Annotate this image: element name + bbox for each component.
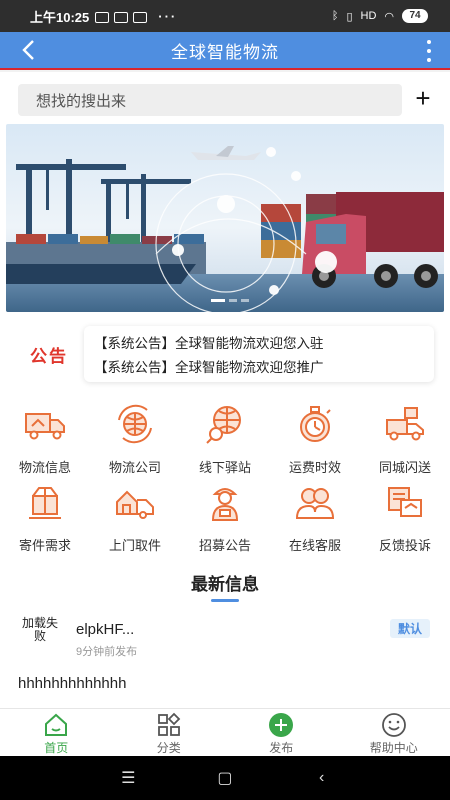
section-underline <box>211 599 239 602</box>
post-avatar: 加载失败 <box>21 616 58 643</box>
smiley-icon <box>381 713 406 737</box>
grid-item-online-support[interactable]: 在线客服 <box>270 480 360 553</box>
announcement-item[interactable]: 【系统公告】全球智能物流欢迎您入驻 <box>94 332 424 352</box>
page-title: 全球智能物流 <box>171 42 279 62</box>
post-body-text[interactable]: hhhhhhhhhhhhh <box>18 675 126 692</box>
logistics-banner-image <box>6 124 444 312</box>
home-icon <box>45 713 68 736</box>
message-icon <box>114 11 129 23</box>
message-icon <box>133 11 148 23</box>
vibrate-icon: ▯ <box>346 10 353 23</box>
back-button[interactable] <box>14 36 42 64</box>
search-input[interactable]: 想找的搜出来 <box>18 84 402 116</box>
grid-item-send-request[interactable]: 寄件需求 <box>0 480 90 553</box>
announcement-item[interactable]: 【系统公告】全球智能物流欢迎您推广 <box>94 356 424 376</box>
tab-label: 帮助中心 <box>369 741 418 755</box>
menu-icon[interactable]: ☰ <box>113 768 143 788</box>
promo-banner[interactable] <box>6 124 444 312</box>
post-badge: 默认 <box>389 619 430 638</box>
status-right: ᛒ ▯ HD ◠ 74 <box>332 9 428 23</box>
status-time: 上午10:25 <box>30 9 90 25</box>
stopwatch-icon <box>300 406 331 442</box>
grid-item-feedback[interactable]: 反馈投诉 <box>360 480 450 553</box>
app-header: 全球智能物流 <box>0 32 450 70</box>
home-truck-icon <box>116 490 154 519</box>
more-options-button[interactable] <box>424 38 434 64</box>
add-button[interactable]: + <box>410 84 436 112</box>
chevron-left-icon <box>22 40 34 60</box>
grid-item-same-city-delivery[interactable]: 同城闪送 <box>360 402 450 475</box>
tab-label: 发布 <box>269 741 294 755</box>
grid-item-freight-time[interactable]: 运费时效 <box>270 402 360 475</box>
more-notifications-icon: ··· <box>158 8 178 24</box>
message-icon <box>95 11 110 23</box>
grid-item-label: 寄件需求 <box>18 538 71 553</box>
grid-item-door-pickup[interactable]: 上门取件 <box>90 480 180 553</box>
status-bar: 上午10:25 ··· ᛒ ▯ HD ◠ 74 <box>0 0 450 32</box>
courier-icon <box>211 488 239 521</box>
feedback-box-icon <box>388 487 422 517</box>
post-time: 9分钟前发布 <box>76 646 138 658</box>
add-circle-icon <box>269 713 294 737</box>
tab-home[interactable]: 首页 <box>0 709 113 756</box>
announcement-section: 公告 【系统公告】全球智能物流欢迎您入驻 【系统公告】全球智能物流欢迎您推广 <box>14 324 434 384</box>
announcement-label: 公告 <box>30 346 68 366</box>
delivery-truck-icon <box>386 407 424 441</box>
grid-item-recruitment[interactable]: 招募公告 <box>180 480 270 553</box>
post-item[interactable]: 加载失败 elpkHF... 9分钟前发布 默认 <box>14 615 436 665</box>
latest-info-title: 最新信息 <box>191 575 259 594</box>
grid-item-label: 线下驿站 <box>198 460 251 475</box>
grid-item-label: 招募公告 <box>198 538 251 553</box>
grid-item-label: 物流信息 <box>18 460 71 475</box>
tab-publish[interactable]: 发布 <box>225 709 338 756</box>
home-page: 想找的搜出来 + 公告 【系统公告】全球智能物流欢迎您入驻 【系统公告】全球智能… <box>0 72 450 708</box>
feature-grid: 物流信息 物流公司 线下驿站 运费时效 同城闪送 寄件需求 上门取件 招募公告 … <box>0 402 450 553</box>
battery-icon: 74 <box>402 9 428 23</box>
bluetooth-icon: ᛒ <box>331 10 339 22</box>
grid-item-label: 反馈投诉 <box>378 538 431 553</box>
announcement-card[interactable]: 【系统公告】全球智能物流欢迎您入驻 【系统公告】全球智能物流欢迎您推广 <box>84 326 434 382</box>
notification-icons <box>95 9 152 24</box>
grid-item-label: 运费时效 <box>288 460 341 475</box>
customer-service-icon <box>295 488 335 519</box>
grid-item-logistics-company[interactable]: 物流公司 <box>90 402 180 475</box>
banner-pagination <box>211 299 249 302</box>
grid-item-offline-station[interactable]: 线下驿站 <box>180 402 270 475</box>
tab-help-center[interactable]: 帮助中心 <box>338 709 450 756</box>
tab-label: 分类 <box>156 741 181 755</box>
post-author[interactable]: elpkHF... <box>76 621 134 638</box>
back-triangle-icon[interactable]: ‹ <box>307 769 337 787</box>
globe-search-icon <box>206 406 241 444</box>
home-square-icon[interactable]: ▢ <box>210 768 240 788</box>
tab-label: 首页 <box>44 741 69 755</box>
grid-item-label: 同城闪送 <box>378 460 431 475</box>
search-row: 想找的搜出来 + <box>0 72 450 124</box>
tab-category[interactable]: 分类 <box>113 709 226 756</box>
wifi-icon: ◠ <box>384 10 394 23</box>
truck-icon <box>25 413 65 440</box>
parcel-icon <box>29 487 61 519</box>
bottom-tab-bar: 首页 分类 发布 帮助中心 <box>0 708 450 756</box>
grid-item-label: 在线客服 <box>288 538 341 553</box>
category-icon <box>157 712 181 736</box>
network-label: HD <box>360 10 377 22</box>
grid-item-logistics-info[interactable]: 物流信息 <box>0 402 90 475</box>
grid-item-label: 物流公司 <box>108 460 161 475</box>
system-navigation-bar: ☰ ▢ ‹ <box>0 756 450 800</box>
grid-item-label: 上门取件 <box>108 538 161 553</box>
globe-refresh-icon <box>118 404 152 444</box>
